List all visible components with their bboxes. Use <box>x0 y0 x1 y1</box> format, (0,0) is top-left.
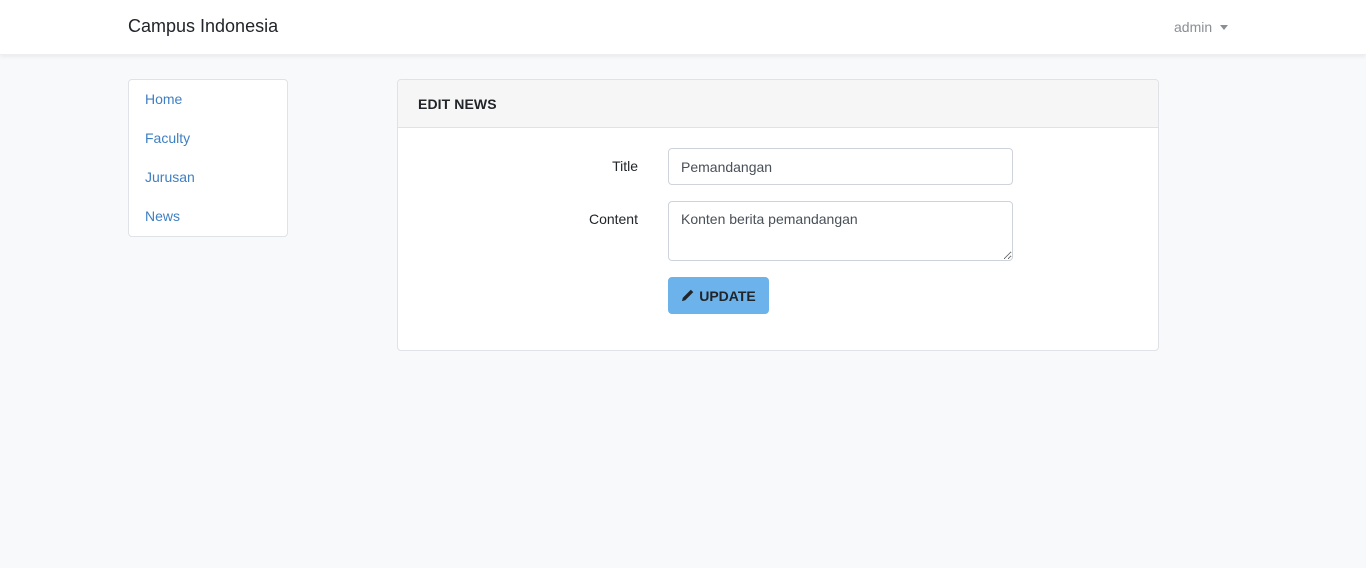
sidebar-item-news[interactable]: News <box>145 208 180 224</box>
update-button[interactable]: UPDATE <box>668 277 769 314</box>
title-input[interactable] <box>668 148 1013 185</box>
caret-down-icon <box>1220 24 1229 30</box>
top-navbar: Campus Indonesia admin <box>0 0 1366 55</box>
content-textarea[interactable]: Konten berita pemandangan <box>668 201 1013 261</box>
sidebar-item-home[interactable]: Home <box>145 91 182 107</box>
user-name: admin <box>1174 19 1213 35</box>
sidebar-menu: Home Faculty Jurusan News <box>128 79 288 237</box>
brand-link[interactable]: Campus Indonesia <box>128 16 278 37</box>
sidebar-item-jurusan[interactable]: Jurusan <box>145 169 195 185</box>
pencil-icon <box>682 289 694 302</box>
update-button-label: UPDATE <box>699 287 756 304</box>
title-label: Title <box>612 158 638 174</box>
edit-news-card: EDIT NEWS Title Content Konten berita pe… <box>397 79 1159 351</box>
user-dropdown-toggle[interactable]: admin <box>1174 19 1229 35</box>
card-title: EDIT NEWS <box>418 96 497 112</box>
card-header: EDIT NEWS <box>398 80 1158 128</box>
sidebar-item-faculty[interactable]: Faculty <box>145 130 190 146</box>
content-label: Content <box>588 211 638 227</box>
